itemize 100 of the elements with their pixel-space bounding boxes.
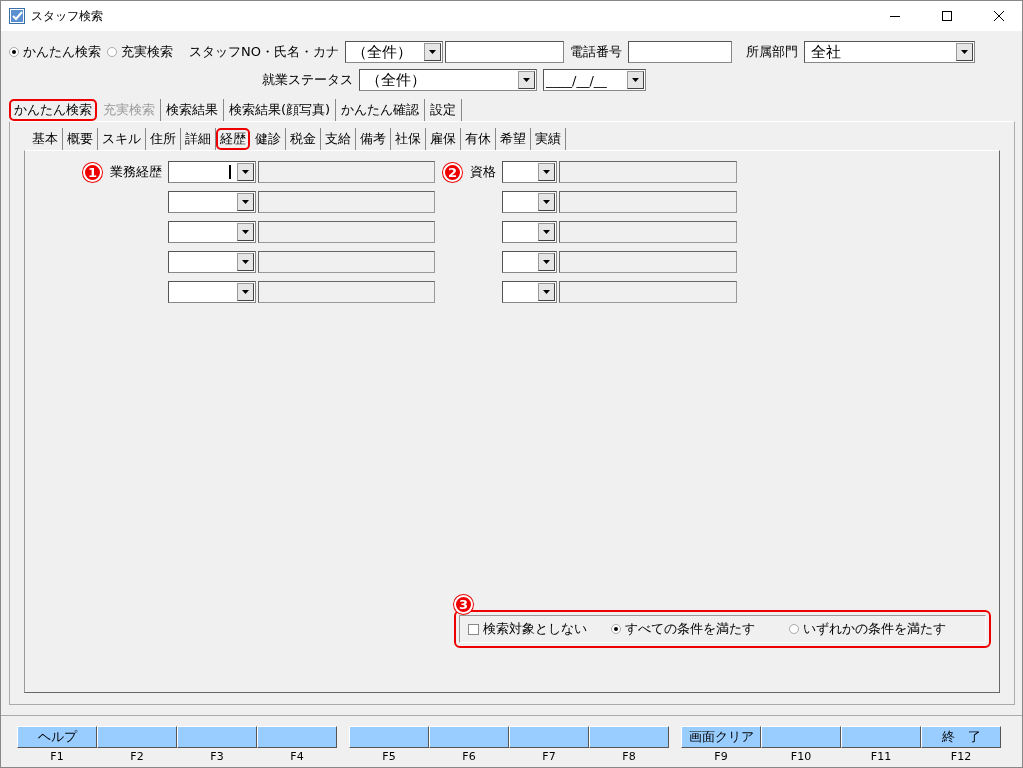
field-label: スタッフNO・氏名・カナ — [189, 43, 339, 61]
radio-button[interactable]: 充実検索 — [107, 43, 173, 61]
dropdown-arrow-button[interactable] — [518, 71, 535, 89]
tab[interactable]: かんたん検索 — [9, 99, 97, 121]
tab[interactable]: 経歴 — [216, 128, 250, 150]
close-icon[interactable] — [994, 11, 1004, 21]
dropdown-arrow-button[interactable] — [538, 283, 555, 301]
key-label: F11 — [870, 750, 892, 763]
text-field[interactable] — [444, 41, 564, 63]
triangle-icon — [242, 290, 249, 294]
checkbox[interactable]: 検索対象としない — [468, 620, 587, 638]
window-title: スタッフ検索 — [31, 7, 103, 25]
radio-button[interactable]: いずれかの条件を満たす — [789, 620, 946, 638]
tab[interactable]: スキル — [98, 128, 146, 150]
key-label: F5 — [382, 750, 396, 763]
tab[interactable]: 検索結果 — [161, 99, 224, 121]
tab[interactable]: かんたん確認 — [336, 99, 426, 121]
tab[interactable]: 健診 — [251, 128, 286, 150]
text-field[interactable] — [559, 221, 737, 243]
tab[interactable]: 税金 — [286, 128, 321, 150]
date-field[interactable]: ____/__/__ — [543, 69, 646, 91]
dropdown-arrow-button[interactable] — [237, 163, 254, 181]
triangle-icon — [543, 290, 550, 294]
function-key-button[interactable] — [841, 726, 921, 748]
field-label: 電話番号 — [569, 43, 622, 61]
dropdown-field[interactable]: （全件） — [359, 69, 537, 91]
tab[interactable]: 設定 — [425, 99, 463, 121]
text-field[interactable] — [559, 191, 737, 213]
dropdown-arrow-button[interactable] — [237, 193, 254, 211]
text-field[interactable] — [258, 251, 435, 273]
tab[interactable]: 支給 — [321, 128, 356, 150]
dropdown-arrow-button[interactable] — [423, 43, 441, 61]
text-field[interactable] — [559, 281, 737, 303]
text-field[interactable] — [258, 281, 435, 303]
triangle-icon — [632, 78, 639, 82]
key-label: F4 — [290, 750, 304, 763]
tab[interactable]: 社保 — [391, 128, 426, 150]
triangle-icon — [523, 78, 530, 82]
dropdown-arrow-button[interactable] — [538, 193, 555, 211]
dropdown-field[interactable] — [502, 161, 557, 183]
function-key-button[interactable] — [761, 726, 841, 748]
tab[interactable]: 検索結果(顔写真) — [224, 99, 337, 121]
dropdown-arrow-button[interactable] — [538, 163, 555, 181]
radio-button[interactable]: かんたん検索 — [9, 43, 101, 61]
tab[interactable]: 有休 — [461, 128, 496, 150]
key-label: F1 — [50, 750, 64, 763]
text-field[interactable] — [559, 251, 737, 273]
function-key-button[interactable]: 終 了 — [921, 726, 1001, 748]
text-field[interactable] — [258, 191, 435, 213]
dropdown-field[interactable] — [502, 221, 557, 243]
key-label: F9 — [714, 750, 728, 763]
tab[interactable]: 住所 — [146, 128, 181, 150]
dropdown-field[interactable] — [168, 161, 256, 183]
field-label: 所属部門 — [745, 43, 798, 61]
function-key-button[interactable] — [509, 726, 589, 748]
function-key-button[interactable] — [589, 726, 669, 748]
app-icon — [9, 8, 25, 24]
text-field[interactable] — [627, 41, 732, 63]
triangle-icon — [242, 230, 249, 234]
text-field[interactable] — [559, 161, 737, 183]
key-label: F3 — [210, 750, 224, 763]
dropdown-field[interactable] — [168, 281, 256, 303]
dropdown-arrow-button[interactable] — [627, 71, 644, 89]
function-key-button[interactable] — [349, 726, 429, 748]
annotation-marker: 2 — [443, 163, 462, 182]
function-key-button[interactable] — [429, 726, 509, 748]
function-key-button[interactable] — [177, 726, 257, 748]
dropdown-field[interactable]: （全件） — [344, 41, 443, 63]
dropdown-field[interactable] — [168, 221, 256, 243]
dropdown-arrow-button[interactable] — [237, 283, 254, 301]
function-key-button[interactable]: 画面クリア — [681, 726, 761, 748]
dropdown-field[interactable] — [502, 251, 557, 273]
dropdown-field[interactable] — [168, 251, 256, 273]
radio-button[interactable]: すべての条件を満たす — [611, 620, 755, 638]
dropdown-field[interactable] — [168, 191, 256, 213]
tab[interactable]: 実績 — [531, 128, 566, 150]
function-key-button[interactable] — [97, 726, 177, 748]
key-label: F12 — [950, 750, 972, 763]
dropdown-field[interactable] — [502, 281, 557, 303]
tab[interactable]: 雇保 — [426, 128, 461, 150]
function-key-button[interactable] — [257, 726, 337, 748]
dropdown-field[interactable] — [502, 191, 557, 213]
tab[interactable]: 希望 — [496, 128, 531, 150]
triangle-icon — [428, 50, 436, 54]
text-field[interactable] — [258, 161, 435, 183]
dropdown-arrow-button[interactable] — [955, 43, 973, 61]
maximize-icon[interactable] — [942, 11, 952, 21]
dropdown-arrow-button[interactable] — [237, 253, 254, 271]
dropdown-field[interactable]: 全社 — [803, 41, 975, 63]
triangle-icon — [543, 200, 550, 204]
tab[interactable]: 概要 — [63, 128, 98, 150]
dropdown-arrow-button[interactable] — [237, 223, 254, 241]
dropdown-arrow-button[interactable] — [538, 253, 555, 271]
text-field[interactable] — [258, 221, 435, 243]
function-key-button[interactable]: ヘルプ — [17, 726, 97, 748]
dropdown-arrow-button[interactable] — [538, 223, 555, 241]
tab[interactable]: 基本 — [28, 128, 63, 150]
tab[interactable]: 備考 — [356, 128, 391, 150]
key-label: F2 — [130, 750, 144, 763]
tab[interactable]: 詳細 — [181, 128, 216, 150]
